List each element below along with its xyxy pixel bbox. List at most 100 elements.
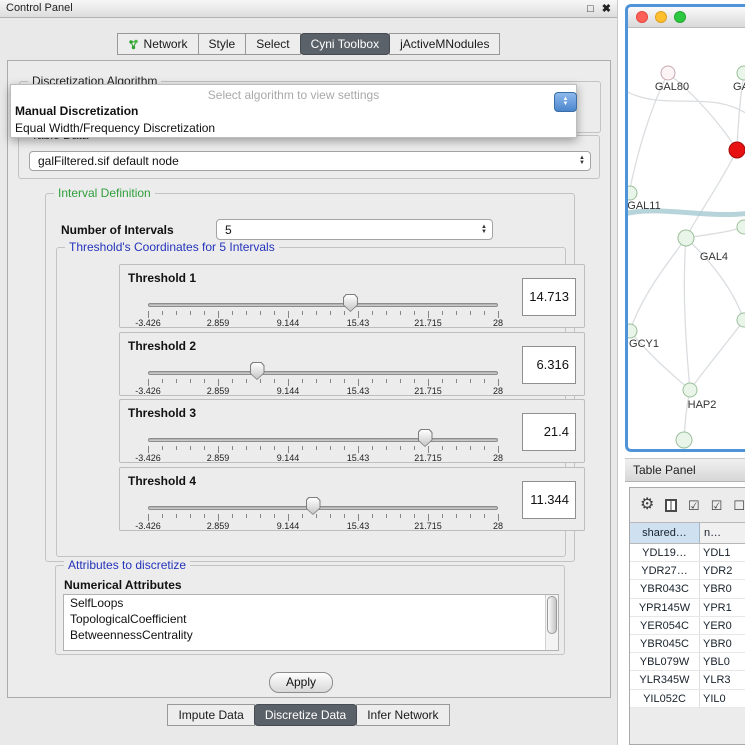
tick-mark bbox=[302, 311, 303, 315]
algorithm-option-equal-width[interactable]: Equal Width/Frequency Discretization bbox=[11, 120, 576, 137]
tab-network[interactable]: Network bbox=[117, 33, 199, 55]
table-row[interactable]: YBR043CYBR0 bbox=[630, 580, 745, 598]
node[interactable] bbox=[737, 66, 745, 80]
node-gal4[interactable] bbox=[678, 230, 694, 246]
top-tab-bar: NetworkStyleSelectCyni ToolboxjActiveMNo… bbox=[0, 33, 618, 55]
table-data-combo[interactable]: galFiltered.sif default node ▲▼ bbox=[29, 151, 591, 171]
slider-thumb-face bbox=[307, 498, 320, 514]
tick-mark bbox=[204, 379, 205, 383]
tab-cyni-toolbox[interactable]: Cyni Toolbox bbox=[300, 33, 390, 55]
algorithm-option-manual[interactable]: Manual Discretization bbox=[11, 103, 576, 120]
tab-style[interactable]: Style bbox=[198, 33, 247, 55]
select-all-icon[interactable]: ☑ bbox=[688, 499, 700, 512]
close-icon[interactable]: ✖ bbox=[602, 4, 611, 15]
table-row[interactable]: YPR145WYPR1 bbox=[630, 599, 745, 617]
tick-mark bbox=[218, 311, 219, 318]
tab-impute-data[interactable]: Impute Data bbox=[167, 704, 254, 726]
control-panel-titlebar[interactable]: Control Panel □ ✖ bbox=[0, 0, 617, 18]
node[interactable] bbox=[737, 220, 745, 234]
close-traffic-icon[interactable] bbox=[636, 11, 648, 23]
cell-shared-name: YBL079W bbox=[630, 653, 700, 670]
threshold-value-field[interactable]: 11.344 bbox=[522, 481, 576, 519]
tab-select[interactable]: Select bbox=[245, 33, 300, 55]
tick-mark bbox=[470, 446, 471, 450]
algorithm-combo-button[interactable]: ▲ ▼ bbox=[554, 92, 577, 112]
network-canvas[interactable]: GAL80 GA GAL11 GAL4 GCY1 HAP2 bbox=[628, 28, 745, 449]
node-selected-red[interactable] bbox=[729, 142, 745, 158]
threshold-slider[interactable]: -3.4262.8599.14415.4321.71528 bbox=[148, 333, 498, 397]
table-panel-header[interactable]: Table Panel bbox=[625, 458, 745, 482]
column-header-name[interactable]: n… bbox=[700, 523, 745, 543]
cell-shared-name: YDR27… bbox=[630, 562, 700, 579]
threshold-1-slider-thumb[interactable] bbox=[343, 294, 358, 312]
threshold-2-slider-thumb[interactable] bbox=[250, 362, 265, 380]
slider-track[interactable] bbox=[148, 303, 498, 307]
attributes-scrollbar[interactable] bbox=[545, 595, 558, 650]
tick-mark bbox=[176, 446, 177, 450]
threshold-slider[interactable]: -3.4262.8599.14415.4321.71528 bbox=[148, 468, 498, 532]
node-label-gal11: GAL11 bbox=[628, 200, 661, 212]
number-of-intervals-combo[interactable]: 5 ▲▼ bbox=[216, 219, 493, 240]
tick-mark bbox=[274, 311, 275, 315]
tick-mark bbox=[484, 311, 485, 315]
minimize-traffic-icon[interactable] bbox=[655, 11, 667, 23]
window-title: Control Panel bbox=[6, 2, 73, 14]
slider-track[interactable] bbox=[148, 438, 498, 442]
tab-jactivemnodules[interactable]: jActiveMNodules bbox=[389, 33, 500, 55]
threshold-slider[interactable]: -3.4262.8599.14415.4321.71528 bbox=[148, 400, 498, 464]
network-view-window[interactable]: GAL80 GA GAL11 GAL4 GCY1 HAP2 bbox=[625, 4, 745, 452]
numerical-attributes-list[interactable]: SelfLoopsTopologicalCoefficientBetweenne… bbox=[63, 594, 559, 651]
threshold-4-slider-thumb[interactable] bbox=[306, 497, 321, 515]
thresholds-group-label: Threshold's Coordinates for 5 Intervals bbox=[65, 240, 279, 254]
node-gal80[interactable] bbox=[661, 66, 675, 80]
tick-mark bbox=[330, 379, 331, 383]
tick-mark bbox=[414, 446, 415, 450]
node-hap2[interactable] bbox=[683, 383, 697, 397]
tick-mark bbox=[288, 379, 289, 386]
table-row[interactable]: YLR345WYLR3 bbox=[630, 671, 745, 689]
columns-icon[interactable] bbox=[665, 499, 677, 512]
table-row[interactable]: YDL19…YDL1 bbox=[630, 544, 745, 562]
float-window-icon[interactable]: □ bbox=[587, 4, 594, 15]
zoom-traffic-icon[interactable] bbox=[674, 11, 686, 23]
apply-button[interactable]: Apply bbox=[269, 672, 333, 693]
table-row[interactable]: YBR045CYBR0 bbox=[630, 635, 745, 653]
select-function-icon[interactable]: ☑ bbox=[711, 499, 723, 512]
node[interactable] bbox=[676, 432, 692, 448]
threshold-value-field[interactable]: 21.4 bbox=[522, 413, 576, 451]
node-gal11[interactable] bbox=[628, 186, 637, 200]
tick-mark bbox=[204, 446, 205, 450]
list-item-topologicalcoefficient[interactable]: TopologicalCoefficient bbox=[64, 611, 558, 627]
list-item-selfloops[interactable]: SelfLoops bbox=[64, 595, 558, 611]
tick-mark bbox=[330, 446, 331, 450]
table-data-combo-value: galFiltered.sif default node bbox=[30, 154, 574, 168]
slider-track[interactable] bbox=[148, 371, 498, 375]
tick-mark bbox=[456, 379, 457, 383]
tick-mark bbox=[260, 379, 261, 383]
clipped-toolbar-icon[interactable]: ☐ bbox=[733, 499, 745, 512]
threshold-value-field[interactable]: 6.316 bbox=[522, 346, 576, 384]
table-row[interactable]: YBL079WYBL0 bbox=[630, 653, 745, 671]
threshold-value-field[interactable]: 14.713 bbox=[522, 278, 576, 316]
tab-label: Infer Network bbox=[367, 708, 438, 722]
column-header-shared-name[interactable]: shared… bbox=[630, 523, 700, 543]
slider-track[interactable] bbox=[148, 506, 498, 510]
cell-name: YER0 bbox=[700, 617, 745, 634]
node[interactable] bbox=[737, 313, 745, 327]
list-item-betweennesscentrality[interactable]: BetweennessCentrality bbox=[64, 627, 558, 643]
tick-mark bbox=[498, 379, 499, 386]
tab-infer-network[interactable]: Infer Network bbox=[356, 704, 449, 726]
tab-discretize-data[interactable]: Discretize Data bbox=[254, 704, 357, 726]
threshold-3-slider-thumb[interactable] bbox=[418, 429, 433, 447]
table-row[interactable]: YER054CYER0 bbox=[630, 617, 745, 635]
threshold-slider[interactable]: -3.4262.8599.14415.4321.71528 bbox=[148, 265, 498, 329]
gear-icon[interactable]: ⚙ bbox=[640, 497, 654, 513]
table-row[interactable]: YDR27…YDR2 bbox=[630, 562, 745, 580]
attributes-scrollbar-thumb[interactable] bbox=[547, 596, 557, 634]
tick-label: 9.144 bbox=[277, 386, 300, 396]
tick-label: 28 bbox=[493, 453, 503, 463]
tick-mark bbox=[190, 446, 191, 450]
table-row[interactable]: YIL052CYIL0 bbox=[630, 690, 745, 708]
network-window-titlebar[interactable] bbox=[628, 7, 745, 28]
node-gcy1[interactable] bbox=[628, 324, 637, 338]
